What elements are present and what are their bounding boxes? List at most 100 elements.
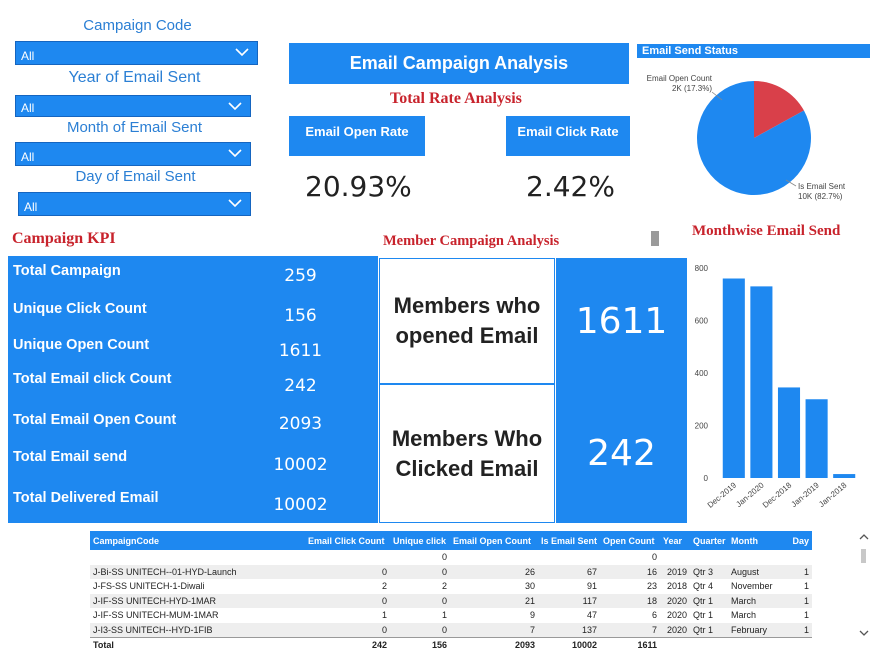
- table-cell: 1: [786, 593, 812, 608]
- month-dropdown[interactable]: All: [15, 142, 251, 166]
- filter-label-month: Month of Email Sent: [66, 119, 203, 136]
- y-tick-label: 0: [704, 474, 709, 483]
- table-cell: 0: [305, 593, 390, 608]
- pie-label-sent-name: Is Email Sent: [798, 182, 846, 191]
- table-cell: [90, 550, 305, 565]
- table-cell: J-IF-SS UNITECH-HYD-1MAR: [90, 593, 305, 608]
- dashboard-title: Email Campaign Analysis: [289, 43, 629, 84]
- table-cell: 26: [450, 564, 538, 579]
- table-cell: 1: [786, 564, 812, 579]
- kpi-label: Total Delivered Email: [13, 490, 159, 506]
- bar: [833, 474, 856, 478]
- pie-label-sent-value: 10K (82.7%): [798, 192, 843, 201]
- email-click-rate-value: 2.42%: [526, 170, 615, 203]
- column-header[interactable]: Quarter: [690, 531, 728, 550]
- table-cell: Qtr 3: [690, 564, 728, 579]
- x-tick-label: Dec-2018: [761, 480, 794, 510]
- kpi-value: 259: [284, 266, 317, 286]
- y-tick-label: 800: [695, 264, 709, 273]
- table-total-cell: [728, 636, 786, 652]
- table-cell: 2020: [660, 593, 690, 608]
- table-row[interactable]: J-IF-SS UNITECH-HYD-1MAR 0 0 21 117 18 2020 Qtr…: [90, 593, 812, 608]
- table-row[interactable]: J-IF-SS UNITECH-MUM-1MAR 1 1 9 47 6 2020 Qtr 1 M…: [90, 608, 812, 623]
- table-cell: 1: [441, 610, 447, 621]
- campaign-code-dropdown[interactable]: All: [15, 41, 258, 65]
- kpi-value: 2093: [278, 414, 323, 434]
- table-cell: 1: [786, 622, 812, 637]
- column-header[interactable]: Day: [786, 531, 812, 550]
- pie-leader-line: [785, 179, 797, 187]
- day-dropdown[interactable]: All: [18, 192, 251, 216]
- column-header[interactable]: Email Click Count: [305, 531, 390, 550]
- column-header[interactable]: Email Open Count: [450, 531, 538, 550]
- pie-leader-line: [711, 91, 723, 101]
- campaign-kpi-panel: Total Campaign 259 Unique Click Count 15…: [8, 256, 378, 523]
- column-header[interactable]: Unique click: [390, 531, 450, 550]
- scroll-down-icon[interactable]: [859, 629, 869, 637]
- table-total-cell: 156: [390, 636, 450, 652]
- table-cell: 137: [538, 622, 600, 637]
- column-header[interactable]: Open Count: [600, 531, 660, 550]
- table-cell: 9: [529, 610, 535, 621]
- scroll-up-icon[interactable]: [859, 533, 869, 541]
- table-cell: 2018: [666, 581, 687, 592]
- members-clicked-label: Members Who Clicked Email: [379, 384, 555, 523]
- table-cell: Qtr 1: [693, 610, 714, 621]
- column-header[interactable]: Is Email Sent: [538, 531, 600, 550]
- table-cell: 2: [381, 581, 387, 592]
- table-cell: Qtr 1: [690, 622, 728, 637]
- table-scrollbar[interactable]: [858, 531, 870, 641]
- bar: [805, 399, 828, 478]
- table-total-cell: [690, 636, 728, 652]
- kpi-label: Unique Click Count: [13, 301, 147, 317]
- table-cell: 91: [586, 581, 597, 592]
- table-cell: [538, 550, 600, 565]
- x-tick-label: Jan-2020: [734, 480, 766, 509]
- table-cell: Qtr 1: [690, 593, 728, 608]
- dropdown-value: All: [21, 49, 35, 63]
- table-cell: [690, 550, 728, 565]
- kpi-label: Total Email Open Count: [13, 412, 177, 428]
- bar: [777, 387, 801, 478]
- chevron-down-icon: [235, 48, 249, 57]
- bar: [722, 278, 745, 478]
- kpi-label: Total Email click Count: [13, 371, 172, 387]
- column-header[interactable]: CampaignCode: [90, 531, 305, 550]
- x-tick-label: Dec-2019: [706, 480, 739, 510]
- year-dropdown[interactable]: All: [15, 95, 251, 117]
- table-cell: 0: [305, 564, 390, 579]
- table-total-cell: 1611: [600, 636, 660, 652]
- table-row[interactable]: J-I3-SS UNITECH--HYD-1FIB 0 0 7 137 7 2020 Qtr …: [90, 622, 812, 637]
- table-cell: 30: [524, 581, 535, 592]
- bar: [750, 286, 773, 478]
- y-tick-label: 600: [695, 317, 709, 326]
- table-row[interactable]: J-Bi-SS UNITECH--01-HYD-Launch 0 0 26 67 16 20…: [90, 564, 812, 579]
- table-cell: March: [731, 610, 757, 621]
- filter-label-year: Year of Email Sent: [68, 69, 201, 86]
- table-header-row: CampaignCode Email Click Count Unique clic…: [90, 531, 812, 550]
- column-header[interactable]: Month: [728, 531, 786, 550]
- table-cell: 67: [538, 564, 600, 579]
- table-row[interactable]: 00: [90, 550, 812, 565]
- kpi-label: Total Email send: [13, 449, 128, 465]
- kpi-value: 10002: [273, 495, 328, 515]
- table-cell: 47: [586, 610, 597, 621]
- table-cell: 2020: [666, 610, 687, 621]
- scroll-indicator[interactable]: [651, 231, 659, 246]
- members-opened-value: 1611: [556, 258, 687, 384]
- table-cell: J-Bi-SS UNITECH--01-HYD-Launch: [90, 564, 305, 579]
- scrollbar-thumb[interactable]: [861, 549, 866, 563]
- table-total-cell: 242: [305, 636, 390, 652]
- table-cell: 6: [651, 610, 657, 621]
- table-cell: 16: [600, 564, 660, 579]
- pie-label-open: Email Open Count 2K (17.3%): [640, 74, 712, 94]
- kpi-value: 242: [284, 376, 317, 396]
- table-cell: 117: [538, 593, 600, 608]
- members-clicked-value: 242: [556, 384, 687, 523]
- table-row[interactable]: J-FS-SS UNITECH-1-Diwali 2 2 30 91 23 2018 Qtr …: [90, 579, 812, 594]
- pie-label-open-value: 2K (17.3%): [671, 84, 712, 93]
- table-cell: 1: [381, 610, 387, 621]
- column-header[interactable]: Year: [660, 531, 690, 550]
- table-cell: [450, 550, 538, 565]
- table-cell: [305, 550, 390, 565]
